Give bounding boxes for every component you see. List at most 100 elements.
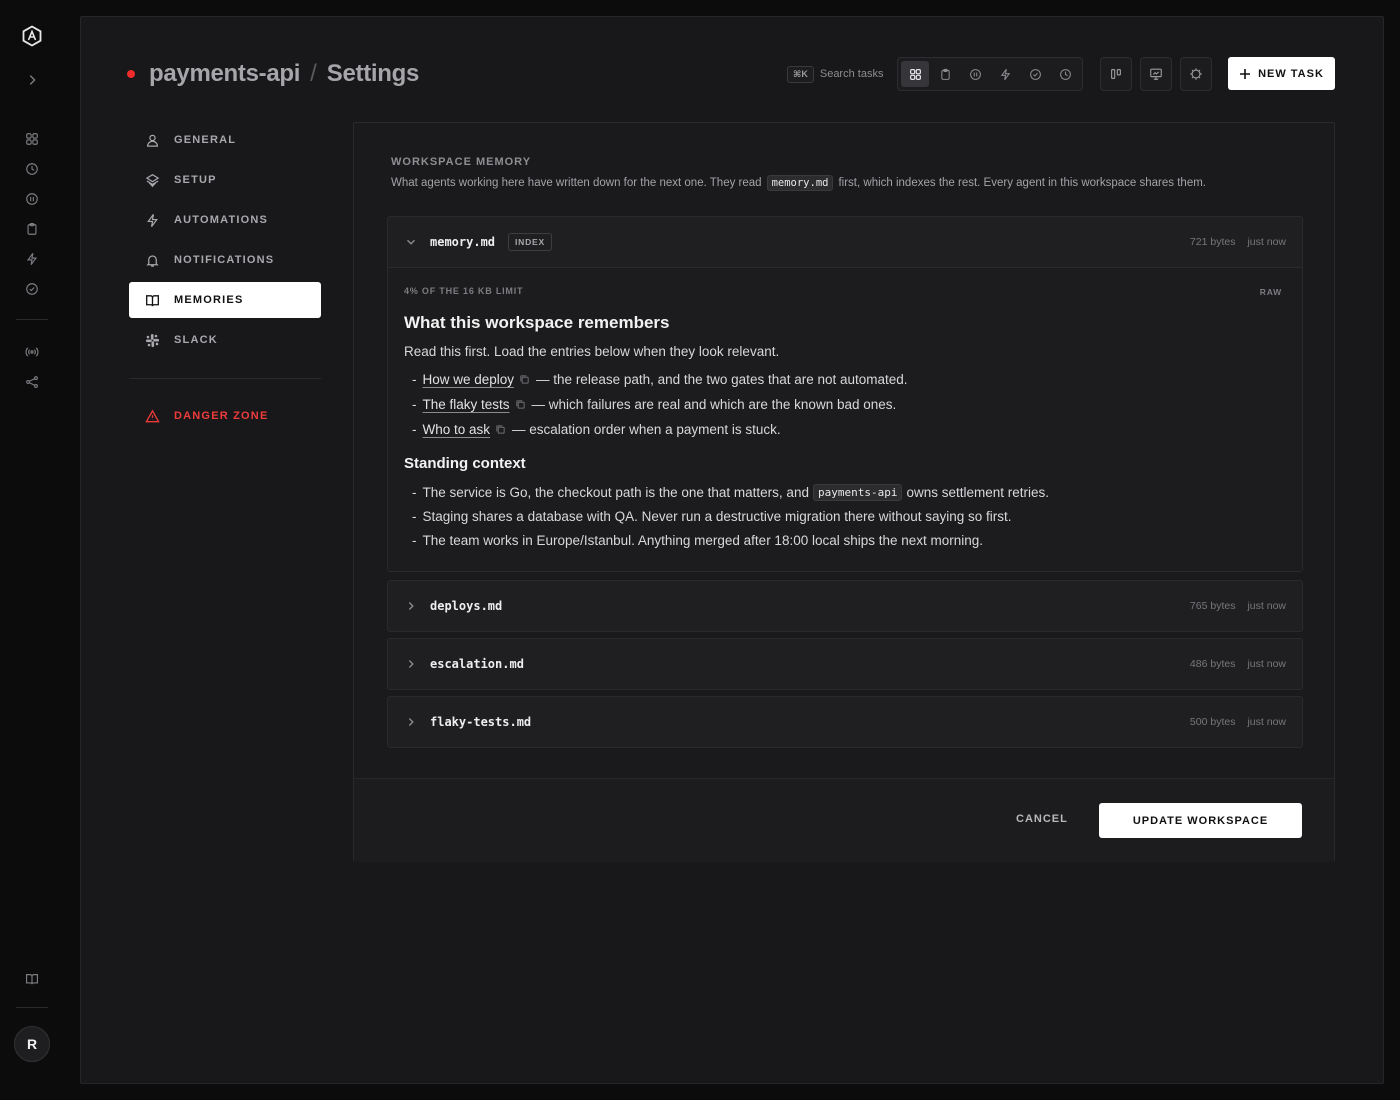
file-header[interactable]: memory.md INDEX 721 bytes just now [388,217,1302,267]
nav-item-memories[interactable]: MEMORIES [129,282,321,318]
inline-code: payments-api [812,484,903,501]
list-dash: - [412,533,417,548]
file-meta: 500 bytes just now [1190,716,1286,728]
chevron-right-icon[interactable] [405,658,417,670]
copy-icon[interactable] [519,374,530,385]
raw-toggle[interactable]: RAW [1260,287,1282,297]
file-name: deploys.md [430,599,503,613]
nav-item-setup[interactable]: SETUP [129,162,321,198]
file-updated: just now [1247,716,1286,728]
board-icon[interactable] [22,129,42,149]
paused-icon[interactable] [22,189,42,209]
app-rail: R [0,0,64,1100]
book-icon[interactable] [22,969,42,989]
app-logo[interactable] [20,24,44,48]
broadcast-icon[interactable] [22,342,42,362]
chevron-right-icon[interactable] [405,600,417,612]
new-task-label: NEW TASK [1258,67,1324,80]
chevron-right-icon[interactable] [405,716,417,728]
search-shortcut: ⌘K [787,65,814,83]
memory-file-card: memory.md INDEX 721 bytes just now 4% OF… [387,216,1303,572]
file-size: 765 bytes [1189,600,1236,612]
content-intro: Read this first. Load the entries below … [404,344,780,359]
nav-label: SETUP [174,174,217,186]
file-header[interactable]: escalation.md 486 bytes just now [388,639,1302,689]
file-size: 500 bytes [1189,716,1236,728]
status-dot [127,70,135,78]
file-size: 721 bytes [1189,236,1236,248]
content-subheading: Standing context [404,455,526,472]
file-header[interactable]: flaky-tests.md 500 bytes just now [388,697,1302,747]
done-view-button[interactable] [1021,61,1049,87]
copy-icon[interactable] [495,424,506,435]
list-item: - The flaky tests — which failures are r… [412,397,896,412]
bolt-icon[interactable] [22,249,42,269]
link-description: — which failures are real and which are … [531,397,897,412]
file-header[interactable]: deploys.md 765 bytes just now [388,581,1302,631]
memory-link[interactable]: How we deploy [423,372,515,387]
content-heading: What this workspace remembers [404,313,670,332]
memory-file-card[interactable]: deploys.md 765 bytes just now [387,580,1303,632]
memory-file-card[interactable]: escalation.md 486 bytes just now [387,638,1303,690]
nav-label: GENERAL [174,134,237,146]
size-limit-label: 4% OF THE 16 KB LIMIT [404,286,524,296]
expand-icon[interactable] [22,70,42,90]
nav-item-automations[interactable]: AUTOMATIONS [129,202,321,238]
link-description: — the release path, and the two gates th… [536,372,908,387]
memory-file-card[interactable]: flaky-tests.md 500 bytes just now [387,696,1303,748]
list-item: - The team works in Europe/Istanbul. Any… [412,533,983,548]
bolt-icon [147,213,158,227]
chevron-down-icon[interactable] [405,236,417,248]
file-meta: 486 bytes just now [1190,658,1286,670]
update-workspace-button[interactable]: UPDATE WORKSPACE [1099,803,1302,838]
board-view-button[interactable] [901,61,929,87]
nav-label: AUTOMATIONS [174,214,269,226]
search-tasks[interactable]: ⌘K Search tasks [787,64,883,84]
user-avatar[interactable]: R [14,1026,50,1062]
check-circle-icon[interactable] [22,279,42,299]
file-name: memory.md [430,235,496,249]
paused-view-button[interactable] [961,61,989,87]
history-view-button[interactable] [1051,61,1079,87]
share-icon[interactable] [22,372,42,392]
cancel-button[interactable]: CANCEL [1016,813,1068,825]
desc-text: first, which indexes the rest. Every age… [838,177,1206,189]
panel-footer: CANCEL UPDATE WORKSPACE [354,778,1334,862]
desc-text: What agents working here have written do… [391,177,762,189]
nav-item-general[interactable]: GENERAL [129,122,321,158]
context-text: owns settlement retries. [906,485,1050,500]
nav-item-danger-zone[interactable]: DANGER ZONE [129,398,321,434]
presentation-icon[interactable] [1140,57,1172,91]
history-icon[interactable] [22,159,42,179]
slack-icon [145,333,160,347]
nav-label: DANGER ZONE [174,410,269,422]
clipboard-icon[interactable] [22,219,42,239]
list-dash: - [412,422,417,437]
rail-divider [16,1007,48,1008]
view-switcher [897,57,1083,91]
nav-item-slack[interactable]: SLACK [129,322,321,358]
file-updated: just now [1247,658,1286,670]
list-item: - How we deploy — the release path, and … [412,372,908,387]
page-name: Settings [326,60,420,87]
memory-link[interactable]: The flaky tests [423,397,510,412]
new-task-button[interactable]: NEW TASK [1228,57,1335,90]
repo-name[interactable]: payments-api [149,60,300,88]
nav-item-notifications[interactable]: NOTIFICATIONS [129,242,321,278]
memory-link[interactable]: Who to ask [423,422,491,437]
warning-icon [145,409,160,422]
context-text: The service is Go, the checkout path is … [422,485,809,500]
link-description: — escalation order when a payment is stu… [512,422,781,437]
bolt-view-button[interactable] [991,61,1019,87]
clipboard-view-button[interactable] [931,61,959,87]
settings-gear-icon[interactable] [1180,57,1212,91]
section-description: What agents working here have written do… [391,175,1206,191]
columns-icon[interactable] [1100,57,1132,91]
list-item: - Who to ask — escalation order when a p… [412,422,781,437]
nav-label: SLACK [174,334,218,346]
nav-divider [129,378,321,379]
file-updated: just now [1247,600,1286,612]
list-item: - The service is Go, the checkout path i… [412,484,1049,501]
copy-icon[interactable] [515,399,526,410]
page-title: payments-api / Settings [127,57,419,91]
